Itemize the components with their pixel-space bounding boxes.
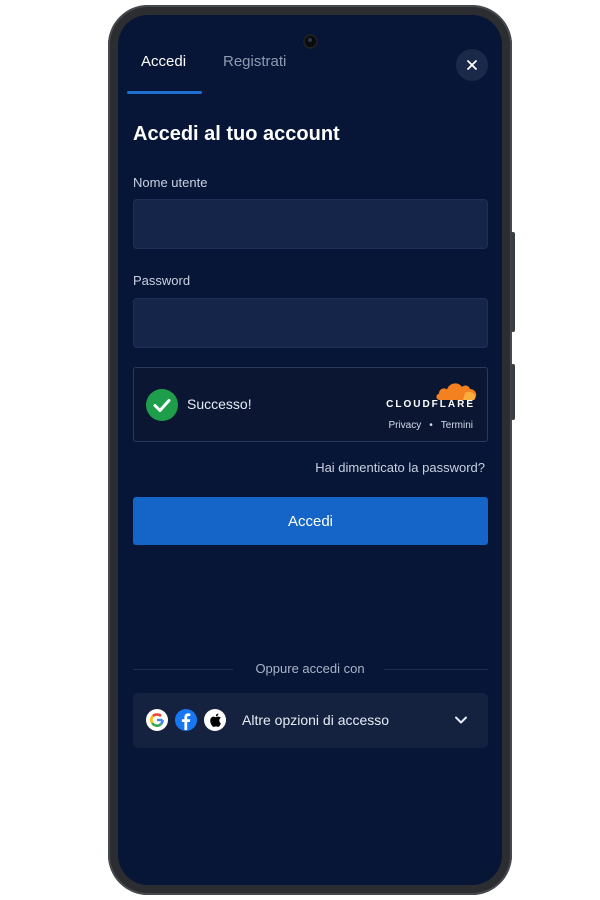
privacy-link[interactable]: Privacy bbox=[388, 420, 421, 431]
username-input[interactable] bbox=[133, 199, 488, 249]
forgot-password-link[interactable]: Hai dimenticato la password? bbox=[315, 460, 485, 475]
google-icon bbox=[146, 709, 168, 731]
captcha-links: Privacy • Termini bbox=[388, 420, 473, 431]
active-tab-indicator bbox=[127, 91, 202, 94]
volume-button bbox=[511, 232, 515, 332]
divider-right bbox=[384, 669, 488, 670]
chevron-down-icon bbox=[455, 716, 467, 724]
tab-login[interactable]: Accedi bbox=[141, 53, 186, 70]
cloudflare-wordmark: CLOUDFLARE bbox=[386, 399, 475, 410]
close-button[interactable] bbox=[456, 49, 488, 81]
auth-tabs: Accedi Registrati bbox=[127, 53, 387, 93]
captcha-widget: Successo! CLOUDFLARE Privacy • Termini bbox=[133, 367, 488, 442]
password-input[interactable] bbox=[133, 298, 488, 348]
other-options-label: Altre opzioni di accesso bbox=[242, 712, 390, 728]
facebook-icon bbox=[175, 709, 197, 731]
terms-link[interactable]: Termini bbox=[441, 420, 473, 431]
success-check-icon bbox=[146, 389, 178, 421]
front-camera bbox=[303, 34, 318, 49]
links-separator: • bbox=[429, 420, 433, 431]
password-label: Password bbox=[133, 273, 191, 288]
login-button[interactable]: Accedi bbox=[133, 497, 488, 545]
login-screen: Accedi Registrati Accedi al tuo account … bbox=[118, 15, 502, 885]
username-label: Nome utente bbox=[133, 175, 208, 190]
close-icon bbox=[467, 60, 477, 70]
page-title: Accedi al tuo account bbox=[133, 123, 340, 145]
other-login-options-button[interactable]: Altre opzioni di accesso bbox=[133, 693, 488, 748]
tab-register[interactable]: Registrati bbox=[223, 53, 286, 70]
apple-icon bbox=[204, 709, 226, 731]
captcha-status: Successo! bbox=[187, 396, 252, 412]
power-button bbox=[511, 364, 515, 420]
